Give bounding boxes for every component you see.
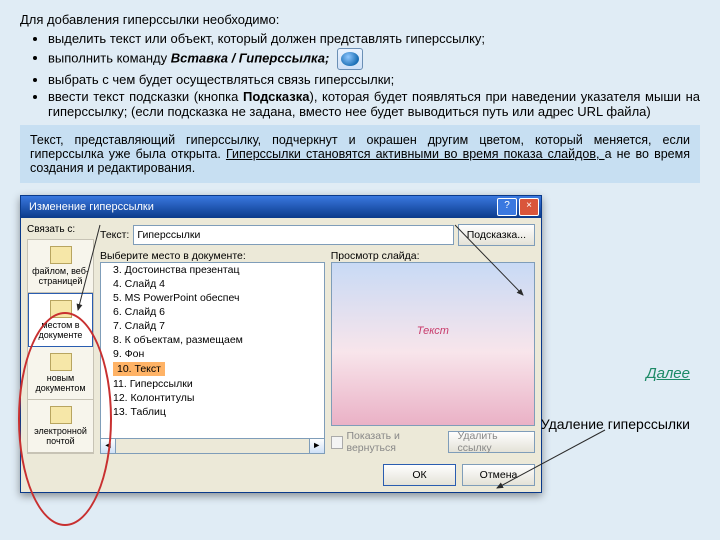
- option-icon: [50, 406, 72, 424]
- cancel-button[interactable]: Отмена: [462, 464, 535, 486]
- h-scrollbar[interactable]: ◄►: [100, 439, 325, 454]
- link-to-label: Связать с:: [27, 224, 82, 235]
- help-button[interactable]: ?: [497, 198, 517, 216]
- link-to-option[interactable]: новым документом: [28, 347, 93, 400]
- document-tree[interactable]: 3. Достоинства презентац4. Слайд 45. MS …: [100, 262, 325, 439]
- close-button[interactable]: ×: [519, 198, 539, 216]
- link-to-panel: файлом, веб- страницейместом в документе…: [27, 239, 94, 454]
- link-to-option[interactable]: электронной почтой: [28, 400, 93, 453]
- note-box: Текст, представляющий гиперссылку, подче…: [20, 125, 700, 183]
- option-icon: [50, 300, 72, 318]
- text-input[interactable]: Гиперссылки: [133, 225, 453, 245]
- text-label: Текст:: [100, 229, 129, 241]
- tree-item[interactable]: 4. Слайд 4: [101, 277, 324, 291]
- titlebar: Изменение гиперссылки ? ×: [21, 196, 541, 218]
- next-link[interactable]: Далее: [646, 365, 690, 382]
- link-to-option[interactable]: файлом, веб- страницей: [28, 240, 93, 293]
- show-return-checkbox[interactable]: [331, 436, 343, 449]
- dialog-title: Изменение гиперссылки: [23, 201, 495, 213]
- tree-item[interactable]: 7. Слайд 7: [101, 319, 324, 333]
- hyperlink-icon: [337, 48, 363, 70]
- remove-link-button[interactable]: Удалить ссылку: [448, 431, 535, 453]
- edit-hyperlink-dialog: Изменение гиперссылки ? × Связать с: фай…: [20, 195, 542, 493]
- tree-item[interactable]: 12. Колонтитулы: [101, 391, 324, 405]
- option-icon: [50, 353, 72, 371]
- tree-item[interactable]: 9. Фон: [101, 347, 324, 361]
- intro-item: выбрать с чем будет осуществляться связь…: [48, 72, 700, 87]
- intro-item: выделить текст или объект, который долже…: [48, 31, 700, 46]
- tree-item[interactable]: 10. Текст: [101, 361, 324, 377]
- intro-title: Для добавления гиперссылки необходимо:: [20, 12, 700, 27]
- tree-item[interactable]: 5. MS PowerPoint обеспеч: [101, 291, 324, 305]
- link-to-option[interactable]: местом в документе: [28, 293, 93, 347]
- screentip-button[interactable]: Подсказка...: [458, 224, 535, 246]
- intro-item: ввести текст подсказки (кнопка Подсказка…: [48, 89, 700, 119]
- tree-item[interactable]: 8. К объектам, размещаем: [101, 333, 324, 347]
- preview-label: Просмотр слайда:: [331, 250, 535, 262]
- tree-item[interactable]: 13. Таблиц: [101, 405, 324, 419]
- tree-item[interactable]: 6. Слайд 6: [101, 305, 324, 319]
- tree-item[interactable]: 11. Гиперссылки: [101, 377, 324, 391]
- delete-caption: Удаление гиперссылки: [541, 415, 690, 433]
- option-icon: [50, 246, 72, 264]
- tree-item[interactable]: 3. Достоинства презентац: [101, 263, 324, 277]
- intro-list: выделить текст или объект, который долже…: [48, 31, 700, 119]
- slide-preview: Текст: [331, 262, 535, 426]
- tree-label: Выберите место в документе:: [100, 250, 325, 262]
- ok-button[interactable]: ОК: [383, 464, 456, 486]
- intro-item: выполнить команду Вставка / Гиперссылка;: [48, 48, 700, 70]
- show-return-label: Показать и вернуться: [347, 430, 441, 454]
